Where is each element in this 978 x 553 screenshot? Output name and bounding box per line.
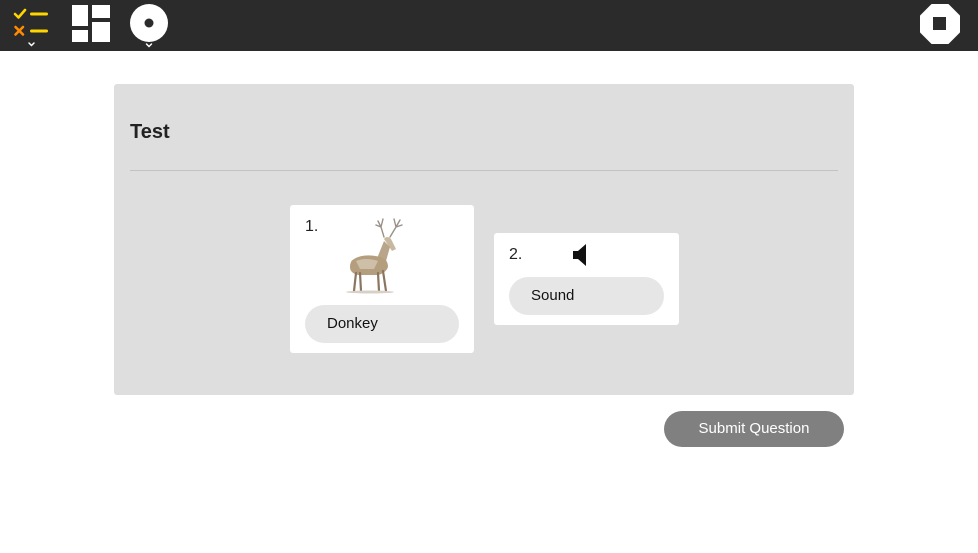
layout-grid-button[interactable] bbox=[70, 0, 112, 51]
activity-panel: Test 1. Donkey 2. Sound bbox=[114, 84, 854, 395]
grid-icon bbox=[72, 5, 110, 42]
circle-dot-icon bbox=[130, 4, 168, 48]
checklist-icon bbox=[13, 8, 48, 47]
toolbar bbox=[0, 0, 978, 51]
question-card-2: 2. Sound bbox=[494, 233, 679, 325]
record-button[interactable] bbox=[128, 0, 172, 51]
question-card-1: 1. Donkey bbox=[290, 205, 474, 353]
divider bbox=[130, 170, 838, 171]
submit-question-button[interactable]: Submit Question bbox=[664, 411, 844, 447]
answer-field[interactable]: Donkey bbox=[305, 305, 459, 343]
stop-button[interactable] bbox=[918, 0, 962, 51]
page-title: Test bbox=[130, 121, 170, 143]
stop-icon bbox=[920, 4, 960, 44]
answer-field[interactable]: Sound bbox=[509, 277, 664, 315]
activity-list-button[interactable] bbox=[8, 0, 54, 51]
question-number: 1. bbox=[305, 218, 319, 235]
deer-image bbox=[346, 218, 403, 294]
question-number: 2. bbox=[509, 246, 523, 263]
speaker-icon[interactable] bbox=[571, 242, 591, 268]
